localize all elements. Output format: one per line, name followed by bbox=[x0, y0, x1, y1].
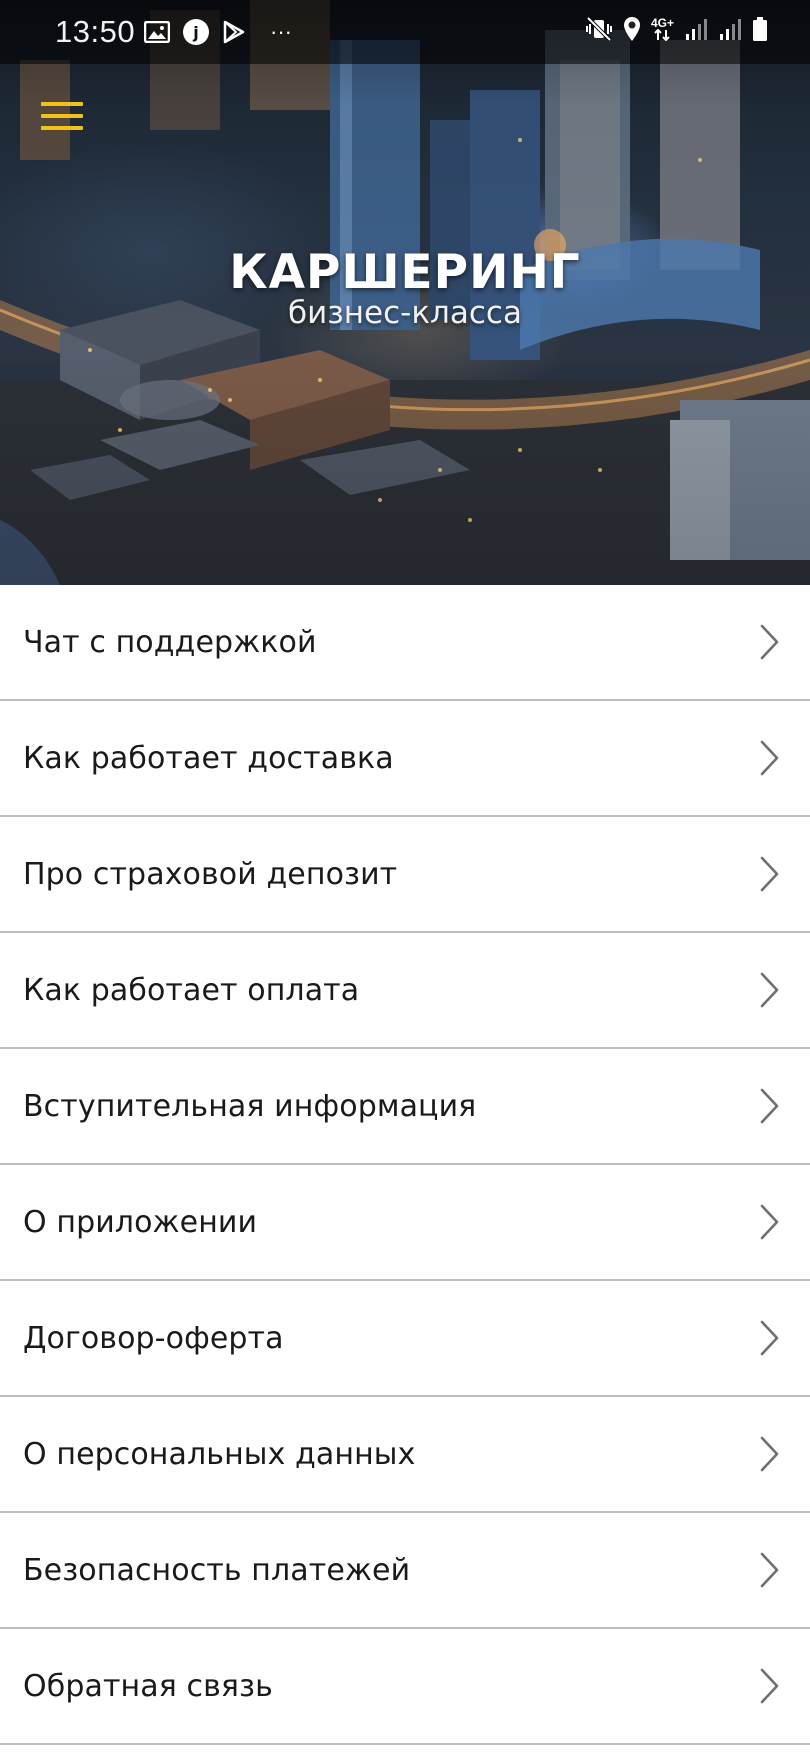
svg-text:j: j bbox=[192, 23, 198, 42]
menu-item-label: Как работает оплата bbox=[23, 973, 360, 1008]
menu-item[interactable]: О персональных данных bbox=[0, 1397, 810, 1513]
brand-subtitle: бизнес-класса bbox=[288, 295, 522, 331]
menu-item-label: Договор-оферта bbox=[23, 1321, 284, 1356]
signal-1-icon bbox=[684, 17, 708, 41]
menu-item-label: Чат с поддержкой bbox=[23, 625, 317, 660]
chevron-right-icon bbox=[760, 1320, 779, 1356]
menu-item-label: Про страховой депозит bbox=[23, 857, 398, 892]
network-label: 4G+ bbox=[650, 16, 674, 30]
chevron-right-icon bbox=[760, 972, 779, 1008]
chevron-right-icon bbox=[760, 624, 779, 660]
status-left-icons: j ··· bbox=[144, 18, 292, 46]
chevron-right-icon bbox=[760, 1552, 779, 1588]
menu-item[interactable]: Как работает оплата bbox=[0, 933, 810, 1049]
menu-item[interactable]: О приложении bbox=[0, 1165, 810, 1281]
chevron-right-icon bbox=[760, 740, 779, 776]
location-icon bbox=[623, 16, 641, 42]
more-dots-icon: ··· bbox=[270, 19, 292, 44]
chevron-right-icon bbox=[760, 1088, 779, 1124]
app-j-icon: j bbox=[182, 18, 210, 46]
hamburger-line bbox=[41, 102, 83, 106]
mute-vibrate-icon bbox=[585, 16, 613, 42]
menu-item-label: Обратная связь bbox=[23, 1669, 273, 1704]
menu-item[interactable]: Безопасность платежей bbox=[0, 1513, 810, 1629]
menu-item[interactable]: Вступительная информация bbox=[0, 1049, 810, 1165]
gallery-icon bbox=[144, 21, 170, 43]
menu-list: Чат с поддержкой Как работает доставка Про… bbox=[0, 585, 810, 1745]
chevron-right-icon bbox=[760, 1668, 779, 1704]
hamburger-line bbox=[41, 126, 83, 130]
hamburger-line bbox=[41, 114, 83, 118]
status-bar: 13:50 j ··· 4G+ bbox=[0, 0, 810, 64]
chevron-right-icon bbox=[760, 1204, 779, 1240]
signal-2-icon bbox=[718, 17, 742, 41]
battery-icon bbox=[752, 16, 768, 42]
menu-item-label: Вступительная информация bbox=[23, 1089, 477, 1124]
status-time: 13:50 bbox=[55, 14, 136, 49]
menu-item-label: О персональных данных bbox=[23, 1437, 416, 1472]
play-store-icon bbox=[222, 20, 246, 44]
menu-item[interactable]: Про страховой депозит bbox=[0, 817, 810, 933]
chevron-right-icon bbox=[760, 856, 779, 892]
menu-item[interactable]: Договор-оферта bbox=[0, 1281, 810, 1397]
status-right-icons: 4G+ bbox=[585, 16, 768, 42]
hamburger-menu-icon[interactable] bbox=[41, 100, 85, 132]
menu-item[interactable]: Обратная связь bbox=[0, 1629, 810, 1745]
menu-item-label: О приложении bbox=[23, 1205, 258, 1240]
menu-item-label: Безопасность платежей bbox=[23, 1553, 411, 1588]
brand-title: КАРШЕРИНГ bbox=[229, 245, 581, 300]
brand-logo: КАРШЕРИНГ бизнес-класса bbox=[0, 245, 810, 331]
menu-item[interactable]: Чат с поддержкой bbox=[0, 585, 810, 701]
menu-item[interactable]: Как работает доставка bbox=[0, 701, 810, 817]
chevron-right-icon bbox=[760, 1436, 779, 1472]
menu-item-label: Как работает доставка bbox=[23, 741, 394, 776]
network-4g-icon: 4G+ bbox=[651, 17, 674, 41]
